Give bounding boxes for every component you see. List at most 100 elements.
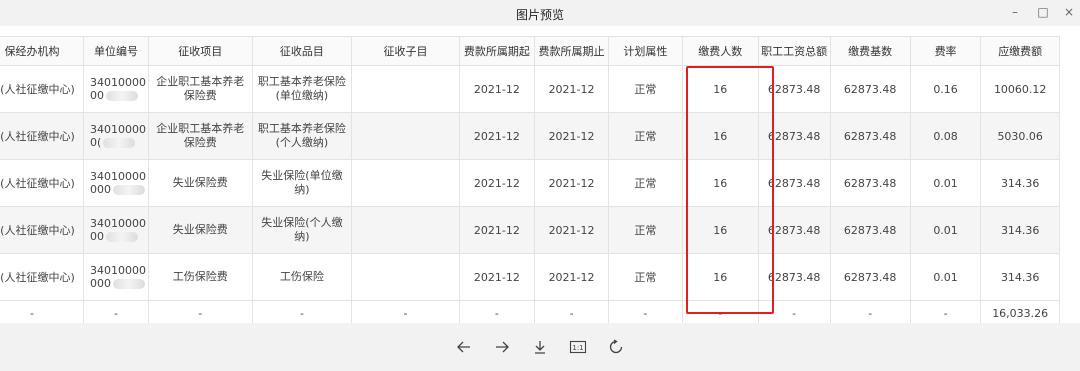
column-header: 征收项目	[147, 36, 253, 66]
arrow-right-icon[interactable]	[492, 337, 512, 357]
unit-code-top: 34010000	[89, 123, 146, 136]
table-cell-due: 314.36	[980, 159, 1060, 207]
close-button[interactable]: ×	[1058, 2, 1080, 22]
table-cell-sub-item: 失业保险(单位缴纳)	[251, 159, 353, 207]
column-header: 保经办机构	[0, 36, 84, 66]
table-cell-start: 2021-12	[458, 112, 536, 160]
table-cell-code: 34010000 000	[82, 159, 149, 207]
table-cell-code: 34010000 0(	[82, 112, 149, 160]
table-cell-rate: 0.01	[909, 159, 982, 207]
table-cell-wage-total: 62873.48	[757, 206, 831, 254]
table-cell-people: 16	[681, 65, 759, 113]
total-cell: -	[757, 300, 831, 323]
unit-code-visible: 00	[89, 230, 104, 243]
table-cell-wage-total: 62873.48	[757, 253, 831, 301]
table-cell-base: 62873.48	[829, 112, 911, 160]
unit-code-top: 34010000	[89, 76, 146, 89]
table-cell-start: 2021-12	[458, 253, 536, 301]
image-viewport[interactable]: 保经办机构 单位编号 征收项目 征收品目 征收子目 费款所属期起 费款所属期止 计划属性 缴费人…	[0, 26, 1080, 323]
table-cell-start: 2021-12	[458, 65, 536, 113]
column-header: 缴费人数	[681, 36, 759, 66]
redaction-blur	[112, 279, 145, 289]
table-cell-sub-sub	[351, 65, 460, 113]
table-cell-plan: 正常	[607, 159, 683, 207]
redaction-blur	[105, 91, 138, 101]
arrow-left-icon[interactable]	[454, 337, 474, 357]
table-cell-item: 失业保险费	[147, 159, 253, 207]
table-row[interactable]: 业(人社征缴中心)34010000000失业保险费失业保险(单位缴纳)2021-…	[0, 159, 1060, 207]
table-cell-end: 2021-12	[534, 65, 609, 113]
table-cell-plan: 正常	[607, 65, 683, 113]
table-cell-plan: 正常	[607, 253, 683, 301]
table-row[interactable]: 业(人社征缴中心)3401000000企业职工基本养老保险费职工基本养老保险(单…	[0, 65, 1060, 113]
title-bar: 图片预览 – □ ×	[0, 0, 1080, 26]
table-cell-item: 失业保险费	[147, 206, 253, 254]
table-cell-base: 62873.48	[829, 65, 911, 113]
unit-code-bottom: 00	[90, 230, 146, 243]
table-cell-org: 业(人社征缴中心)	[0, 159, 84, 207]
redaction-blur	[112, 185, 145, 195]
table-cell-wage-total: 62873.48	[757, 159, 831, 207]
table-row[interactable]: 业(人社征缴中心)340100000(企业职工基本养老保险费职工基本养老保险(个…	[0, 112, 1060, 160]
table-cell-org: 业(人社征缴中心)	[0, 65, 84, 113]
table-row[interactable]: 业(人社征缴中心)3401000000失业保险费失业保险(个人缴纳)2021-1…	[0, 206, 1060, 254]
table-cell-people: 16	[681, 253, 759, 301]
table-cell-rate: 0.16	[909, 65, 982, 113]
table-cell-people: 16	[681, 159, 759, 207]
table-cell-wage-total: 62873.48	[757, 112, 831, 160]
total-cell: -	[458, 300, 536, 323]
download-icon[interactable]	[530, 337, 550, 357]
maximize-button[interactable]: □	[1032, 2, 1054, 22]
table-cell-plan: 正常	[607, 112, 683, 160]
column-header: 征收子目	[351, 36, 460, 66]
table-cell-end: 2021-12	[534, 206, 609, 254]
unit-code-visible: 00	[89, 89, 104, 102]
table-cell-end: 2021-12	[534, 112, 609, 160]
column-header: 费款所属期止	[534, 36, 609, 66]
unit-code-bottom: 000	[90, 183, 146, 196]
table-cell-people: 16	[681, 112, 759, 160]
unit-code-top: 34010000	[89, 264, 146, 277]
unit-code-top: 34010000	[89, 170, 146, 183]
table-cell-start: 2021-12	[458, 159, 536, 207]
unit-code-bottom: 000	[90, 277, 146, 290]
table-cell-rate: 0.01	[909, 253, 982, 301]
table-cell-org: 业(人社征缴中心)	[0, 206, 84, 254]
column-header: 单位编号	[82, 36, 149, 66]
minimize-button[interactable]: –	[1004, 2, 1026, 22]
redaction-blur	[105, 232, 138, 242]
fee-table: 保经办机构 单位编号 征收项目 征收品目 征收子目 费款所属期起 费款所属期止 计划属性 缴费人…	[0, 36, 1060, 323]
table-cell-sub-item: 失业保险(个人缴纳)	[251, 206, 353, 254]
redaction-blur	[103, 138, 136, 148]
total-cell: -	[829, 300, 911, 323]
column-header: 职工工资总额	[757, 36, 831, 66]
table-cell-sub-sub	[351, 159, 460, 207]
unit-code-top: 34010000	[89, 217, 146, 230]
table-cell-item: 工伤保险费	[147, 253, 253, 301]
unit-code-visible: 000	[89, 277, 111, 290]
window-title: 图片预览	[515, 8, 564, 22]
table-cell-sub-sub	[351, 112, 460, 160]
table-cell-code: 34010000 00	[82, 206, 149, 254]
table-row[interactable]: 业(人社征缴中心)34010000000工伤保险费工伤保险2021-122021…	[0, 253, 1060, 301]
column-header: 计划属性	[607, 36, 683, 66]
table-cell-sub-item: 职工基本养老保险(个人缴纳)	[251, 112, 353, 160]
table-cell-wage-total: 62873.48	[757, 65, 831, 113]
table-cell-plan: 正常	[607, 206, 683, 254]
table-cell-sub-sub	[351, 253, 460, 301]
column-header: 应缴费额	[980, 36, 1060, 66]
column-header: 费率	[909, 36, 982, 66]
total-cell: -	[351, 300, 460, 323]
table-cell-org: 业(人社征缴中心)	[0, 112, 84, 160]
table-cell-base: 62873.48	[829, 206, 911, 254]
table-cell-sub-item: 职工基本养老保险(单位缴纳)	[251, 65, 353, 113]
table-cell-rate: 0.08	[909, 112, 982, 160]
table-cell-due: 5030.06	[980, 112, 1060, 160]
rotate-icon[interactable]	[606, 337, 626, 357]
table-cell-org: 业(人社征缴中心)	[0, 253, 84, 301]
table-cell-item: 企业职工基本养老保险费	[147, 112, 253, 160]
total-cell: 16,033.26	[980, 300, 1060, 323]
table-cell-rate: 0.01	[909, 206, 982, 254]
actual-size-icon[interactable]: 1:1	[568, 337, 588, 357]
total-cell: -	[0, 300, 84, 323]
